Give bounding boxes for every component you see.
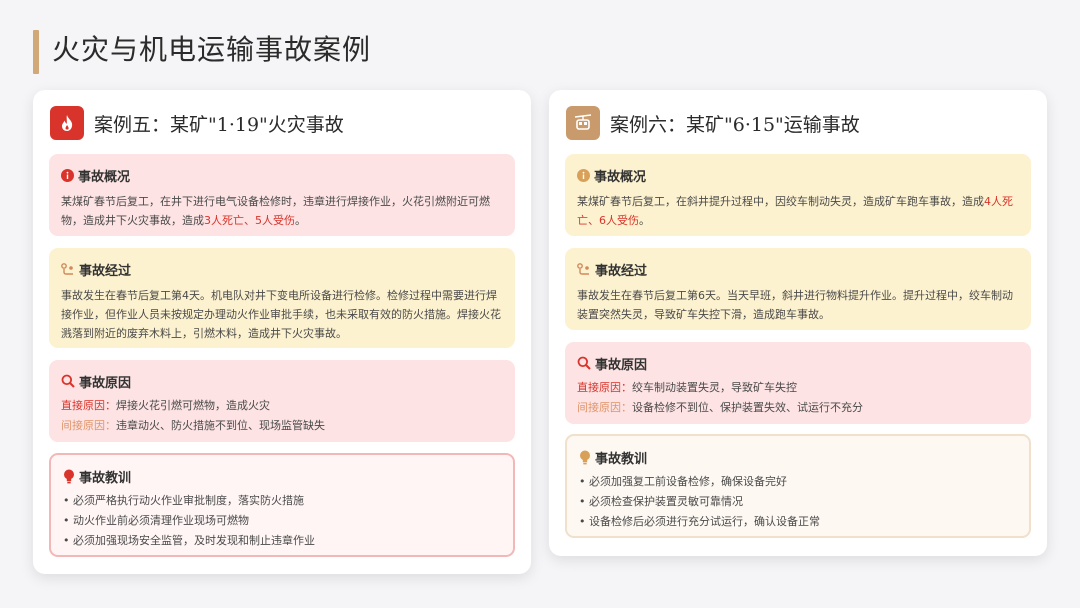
case-title: 案例五：某矿"1·19"火灾事故 xyxy=(94,113,344,136)
causes-section: 事故原因 直接原因：绞车制动装置失灵，导致矿车失控 间接原因：设备检修不到位、保… xyxy=(565,342,1031,424)
case-card-5: 案例五：某矿"1·19"火灾事故 事故概况 某煤矿春节后复工，在井下进行电气设备… xyxy=(33,90,531,574)
indirect-cause: 间接原因：设备检修不到位、保护装置失效、试运行不充分 xyxy=(577,401,863,414)
process-text: 事故发生在春节后复工第6天。当天早班，斜井进行物料提升作业。提升过程中，绞车制动… xyxy=(577,289,1013,321)
section-title: 事故概况 xyxy=(78,169,131,185)
overview-section: 事故概况 某煤矿春节后复工，在斜井提升过程中，因绞车制动失灵，造成矿车跑车事故，… xyxy=(565,154,1031,236)
section-title: 事故经过 xyxy=(79,263,132,279)
process-steps-icon xyxy=(61,262,73,275)
case-title: 案例六：某矿"6·15"运输事故 xyxy=(610,113,860,136)
lesson-item: 必须严格执行动火作业审批制度，落实防火措施 xyxy=(63,491,503,511)
cable-car-icon xyxy=(566,106,600,140)
overview-section: 事故概况 某煤矿春节后复工，在井下进行电气设备检修时，违章进行焊接作业，火花引燃… xyxy=(49,154,515,236)
lightbulb-icon xyxy=(580,450,590,464)
lesson-item: 必须检查保护装置灵敏可靠情况 xyxy=(579,492,1019,512)
direct-cause: 直接原因：绞车制动装置失灵，导致矿车失控 xyxy=(577,381,797,394)
card-header: 案例六：某矿"6·15"运输事故 xyxy=(566,106,860,140)
causes-section: 事故原因 直接原因：焊接火花引燃可燃物，造成火灾 间接原因：违章动火、防火措施不… xyxy=(49,360,515,442)
lesson-item: 必须加强现场安全监管，及时发现和制止违章作业 xyxy=(63,531,503,551)
casualty-highlight: 3人死亡、5人受伤 xyxy=(204,214,295,227)
section-title: 事故教训 xyxy=(79,470,132,486)
process-steps-icon xyxy=(577,262,589,275)
section-title: 事故原因 xyxy=(79,375,132,391)
lesson-item: 设备检修后必须进行充分试运行，确认设备正常 xyxy=(579,512,1019,532)
lessons-section: 事故教训 必须加强复工前设备检修，确保设备完好 必须检查保护装置灵敏可靠情况 设… xyxy=(565,434,1031,538)
info-icon xyxy=(577,168,590,182)
direct-cause: 直接原因：焊接火花引燃可燃物，造成火灾 xyxy=(61,399,270,412)
section-title: 事故经过 xyxy=(595,263,648,279)
flame-icon xyxy=(50,106,84,140)
section-title: 事故概况 xyxy=(594,169,647,185)
overview-text: 某煤矿春节后复工，在井下进行电气设备检修时，违章进行焊接作业，火花引燃附近可燃物… xyxy=(61,195,490,227)
process-section: 事故经过 事故发生在春节后复工第6天。当天早班，斜井进行物料提升作业。提升过程中… xyxy=(565,248,1031,330)
overview-text: 某煤矿春节后复工，在斜井提升过程中，因绞车制动失灵，造成矿车跑车事故，造成4人死… xyxy=(577,195,1013,227)
search-icon xyxy=(61,374,75,388)
lessons-section: 事故教训 必须严格执行动火作业审批制度，落实防火措施 动火作业前必须清理作业现场… xyxy=(49,453,515,557)
process-section: 事故经过 事故发生在春节后复工第4天。机电队对井下变电所设备进行检修。检修过程中… xyxy=(49,248,515,348)
process-text: 事故发生在春节后复工第4天。机电队对井下变电所设备进行检修。检修过程中需要进行焊… xyxy=(61,289,501,340)
indirect-cause: 间接原因：违章动火、防火措施不到位、现场监管缺失 xyxy=(61,419,325,432)
lesson-item: 动火作业前必须清理作业现场可燃物 xyxy=(63,511,503,531)
page-title: 火灾与机电运输事故案例 xyxy=(52,33,372,66)
info-icon xyxy=(61,168,74,182)
card-header: 案例五：某矿"1·19"火灾事故 xyxy=(50,106,344,140)
lesson-item: 必须加强复工前设备检修，确保设备完好 xyxy=(579,472,1019,492)
section-title: 事故教训 xyxy=(595,451,648,467)
title-accent-bar xyxy=(33,30,39,74)
lightbulb-icon xyxy=(64,469,74,483)
case-card-6: 案例六：某矿"6·15"运输事故 事故概况 某煤矿春节后复工，在斜井提升过程中，… xyxy=(549,90,1047,556)
section-title: 事故原因 xyxy=(595,357,648,373)
search-icon xyxy=(577,356,591,370)
